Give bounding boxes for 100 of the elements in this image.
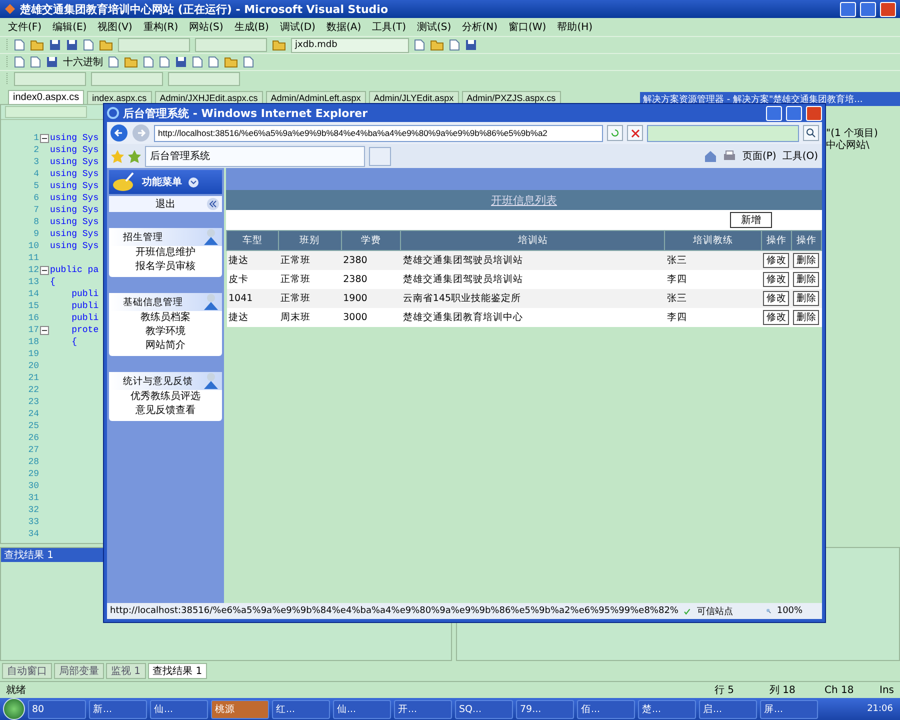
taskbar-item[interactable]: 屏... [760, 700, 818, 718]
search-button[interactable] [803, 125, 819, 141]
collapse-icon[interactable] [40, 266, 49, 274]
command-menu[interactable]: 页面(P) [742, 149, 776, 163]
page-icon[interactable] [143, 56, 154, 68]
page-icon[interactable] [208, 56, 219, 68]
document-tab[interactable]: index.aspx.cs [87, 91, 152, 104]
minimize-button[interactable] [766, 106, 782, 120]
folder-icon[interactable] [272, 39, 286, 51]
hex-button[interactable]: 十六进制 [63, 55, 103, 69]
menu-link[interactable]: 报名学员审核 [109, 260, 222, 274]
page-icon[interactable] [192, 56, 203, 68]
document-tab[interactable]: Admin/AdminLeft.aspx [266, 91, 366, 104]
menu-item[interactable]: 网站(S) [189, 20, 224, 34]
zoom-level[interactable]: 100% [776, 606, 803, 616]
taskbar-item[interactable]: 仙... [150, 700, 208, 718]
row-action-button[interactable]: 删除 [793, 291, 820, 306]
folder-icon[interactable] [124, 56, 138, 68]
menu-link[interactable]: 意见反馈查看 [109, 404, 222, 418]
row-action-button[interactable]: 删除 [793, 253, 820, 268]
document-tab[interactable]: index0.aspx.cs [8, 90, 84, 104]
stop-button[interactable] [627, 125, 643, 141]
panel-tab[interactable]: 自动窗口 [2, 663, 52, 679]
menu-item[interactable]: 重构(R) [143, 20, 178, 34]
row-action-button[interactable]: 删除 [793, 310, 820, 325]
panel-tab[interactable]: 局部变量 [54, 663, 104, 679]
taskbar-item[interactable]: 新... [89, 700, 147, 718]
panel-tab[interactable]: 监视 1 [106, 663, 146, 679]
database-combo[interactable]: jxdb.mdb [291, 38, 409, 52]
address-field[interactable]: http://localhost:38516/%e6%a5%9a%e9%9b%84%e4%ba%a4%e9%80%9a%e9%9b%86%e5%9b%a2 [154, 124, 603, 142]
menu-item[interactable]: 窗口(W) [508, 20, 546, 34]
browser-tab[interactable]: 后台管理系统 [145, 146, 365, 166]
page-icon[interactable] [83, 39, 94, 51]
save-icon[interactable] [175, 56, 187, 68]
folder-icon[interactable] [30, 39, 44, 51]
logout-link[interactable]: 退出 [156, 197, 176, 211]
menu-item[interactable]: 工具(T) [372, 20, 406, 34]
taskbar-item[interactable]: 79... [516, 700, 574, 718]
menu-item[interactable]: 调试(D) [280, 20, 316, 34]
tree-item[interactable]: "(1 个项目) [826, 128, 878, 140]
page-icon[interactable] [14, 39, 25, 51]
menu-item[interactable]: 帮助(H) [557, 20, 593, 34]
page-icon[interactable] [159, 56, 170, 68]
maximize-button[interactable] [786, 106, 802, 120]
folder-icon[interactable] [430, 39, 444, 51]
collapse-icon[interactable] [188, 176, 199, 188]
page-icon[interactable] [108, 56, 119, 68]
menu-link[interactable]: 教练员档案 [109, 311, 222, 325]
save-icon[interactable] [66, 39, 78, 51]
collapse-icon[interactable] [40, 326, 49, 334]
taskbar-item[interactable]: 仙... [333, 700, 391, 718]
menu-item[interactable]: 生成(B) [234, 20, 269, 34]
panel-tab[interactable]: 查找结果 1 [148, 663, 208, 679]
menu-item[interactable]: 文件(F) [8, 20, 42, 34]
back-button[interactable] [110, 124, 128, 142]
page-icon[interactable] [449, 39, 460, 51]
menu-item[interactable]: 编辑(E) [52, 20, 87, 34]
taskbar-item[interactable]: SQ... [455, 700, 513, 718]
save-icon[interactable] [49, 39, 61, 51]
page-icon[interactable] [414, 39, 425, 51]
collapse-icon[interactable] [40, 134, 49, 142]
menu-link[interactable]: 开班信息维护 [109, 246, 222, 260]
menu-link[interactable]: 教学环境 [109, 325, 222, 339]
home-icon[interactable] [704, 150, 718, 162]
refresh-button[interactable] [607, 125, 623, 141]
row-action-button[interactable]: 修改 [763, 272, 790, 287]
folder-icon[interactable] [99, 39, 113, 51]
page-icon[interactable] [30, 56, 41, 68]
restore-button[interactable] [860, 2, 876, 16]
document-tab[interactable]: Admin/JXHJEdit.aspx.cs [154, 91, 263, 104]
menu-link[interactable]: 优秀教练员评选 [109, 390, 222, 404]
tree-item[interactable]: 中心网站\ [826, 140, 870, 152]
add-favorite-icon[interactable] [128, 150, 141, 162]
menu-item[interactable]: 测试(S) [417, 20, 452, 34]
folder-icon[interactable] [224, 56, 238, 68]
menu-item[interactable]: 分析(N) [462, 20, 498, 34]
menu-item[interactable]: 数据(A) [326, 20, 362, 34]
add-button[interactable]: 新增 [730, 212, 772, 228]
document-tab[interactable]: Admin/PXZJS.aspx.cs [462, 91, 561, 104]
menu-item[interactable]: 视图(V) [98, 20, 132, 34]
search-field[interactable] [647, 124, 799, 142]
taskbar-item[interactable]: 楚... [638, 700, 696, 718]
page-icon[interactable] [243, 56, 254, 68]
command-menu[interactable]: 工具(O) [782, 149, 818, 163]
printer-icon[interactable] [723, 150, 736, 162]
start-button[interactable] [3, 698, 25, 720]
taskbar-item[interactable]: 佰... [577, 700, 635, 718]
row-action-button[interactable]: 修改 [763, 310, 790, 325]
taskbar-item[interactable]: 80 [28, 700, 86, 718]
close-button[interactable] [806, 106, 822, 120]
row-action-button[interactable]: 修改 [763, 253, 790, 268]
taskbar-item[interactable]: 开... [394, 700, 452, 718]
taskbar-item[interactable]: 启... [699, 700, 757, 718]
save-icon[interactable] [465, 39, 477, 51]
page-icon[interactable] [14, 56, 25, 68]
row-action-button[interactable]: 修改 [763, 291, 790, 306]
row-action-button[interactable]: 删除 [793, 272, 820, 287]
taskbar-item[interactable]: 红... [272, 700, 330, 718]
minimize-button[interactable] [840, 2, 856, 16]
menu-link[interactable]: 网站简介 [109, 339, 222, 353]
